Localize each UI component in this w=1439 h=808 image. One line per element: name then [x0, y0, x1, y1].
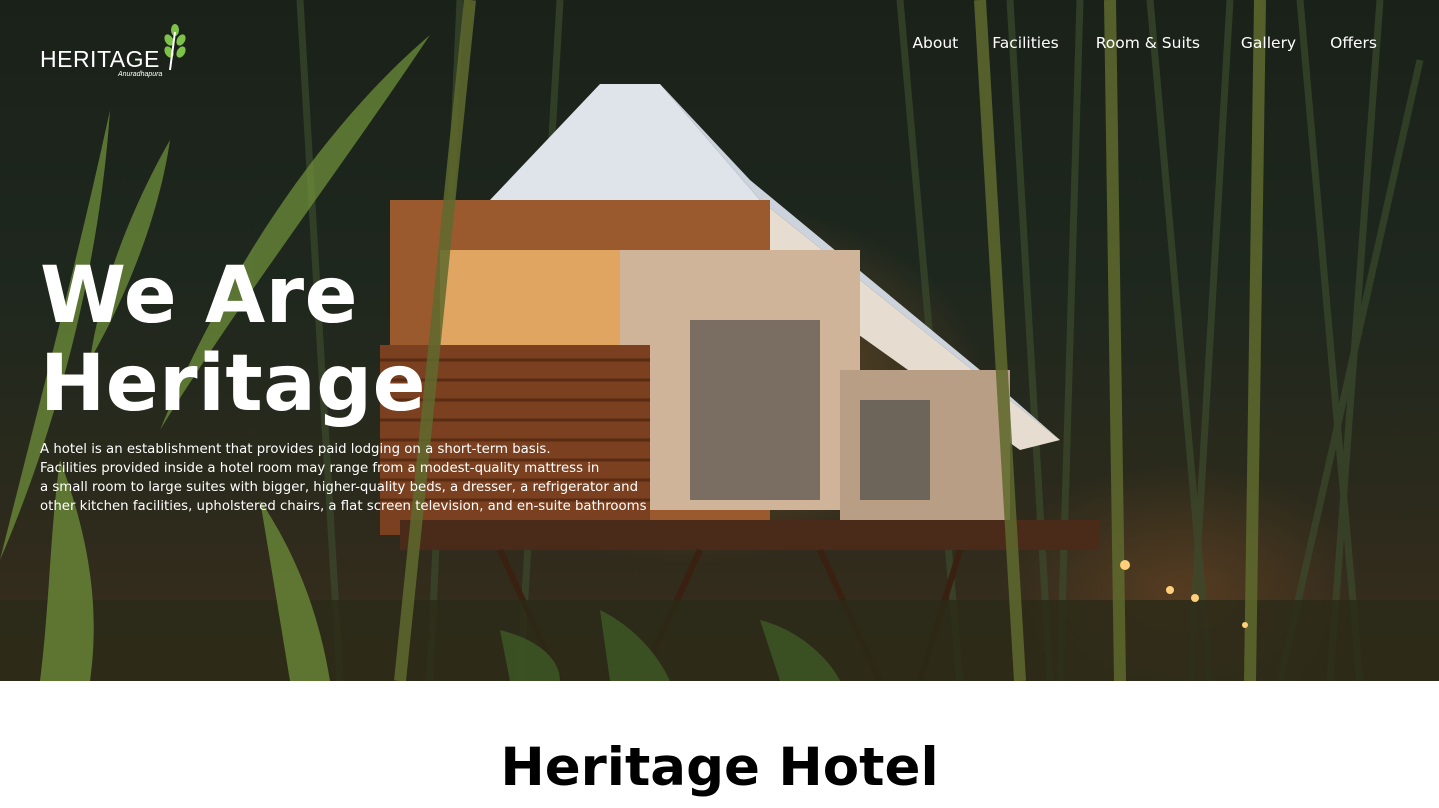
nav-link-about[interactable]: About [912, 34, 958, 52]
nav-link-facilities[interactable]: Facilities [992, 34, 1058, 52]
hero-banner: HERITAGE Anuradhapura About Facilities R… [0, 0, 1439, 681]
nav-link-rooms-suites[interactable]: Room & Suits [1096, 34, 1200, 52]
hero-title-line-1: We Are [40, 251, 359, 341]
hero-description: A hotel is an establishment that provide… [40, 440, 700, 516]
nav-link-offers[interactable]: Offers [1330, 34, 1377, 52]
hero-description-line: other kitchen facilities, upholstered ch… [40, 499, 647, 514]
hero-title-line-2: Heritage [40, 339, 427, 429]
main-nav: About Facilities Room & Suits Gallery Of… [912, 34, 1377, 52]
hero-title: We Are Heritage [40, 252, 426, 428]
brand-logo[interactable]: HERITAGE Anuradhapura [40, 22, 190, 80]
hero-description-line: a small room to large suites with bigger… [40, 480, 639, 495]
brand-tagline: Anuradhapura [118, 71, 163, 78]
leaf-icon [164, 24, 186, 71]
brand-name: HERITAGE [40, 46, 160, 72]
section-title: Heritage Hotel [500, 737, 939, 798]
hero-description-line: A hotel is an establishment that provide… [40, 442, 551, 457]
hero-description-line: Facilities provided inside a hotel room … [40, 461, 600, 476]
nav-link-gallery[interactable]: Gallery [1241, 34, 1296, 52]
